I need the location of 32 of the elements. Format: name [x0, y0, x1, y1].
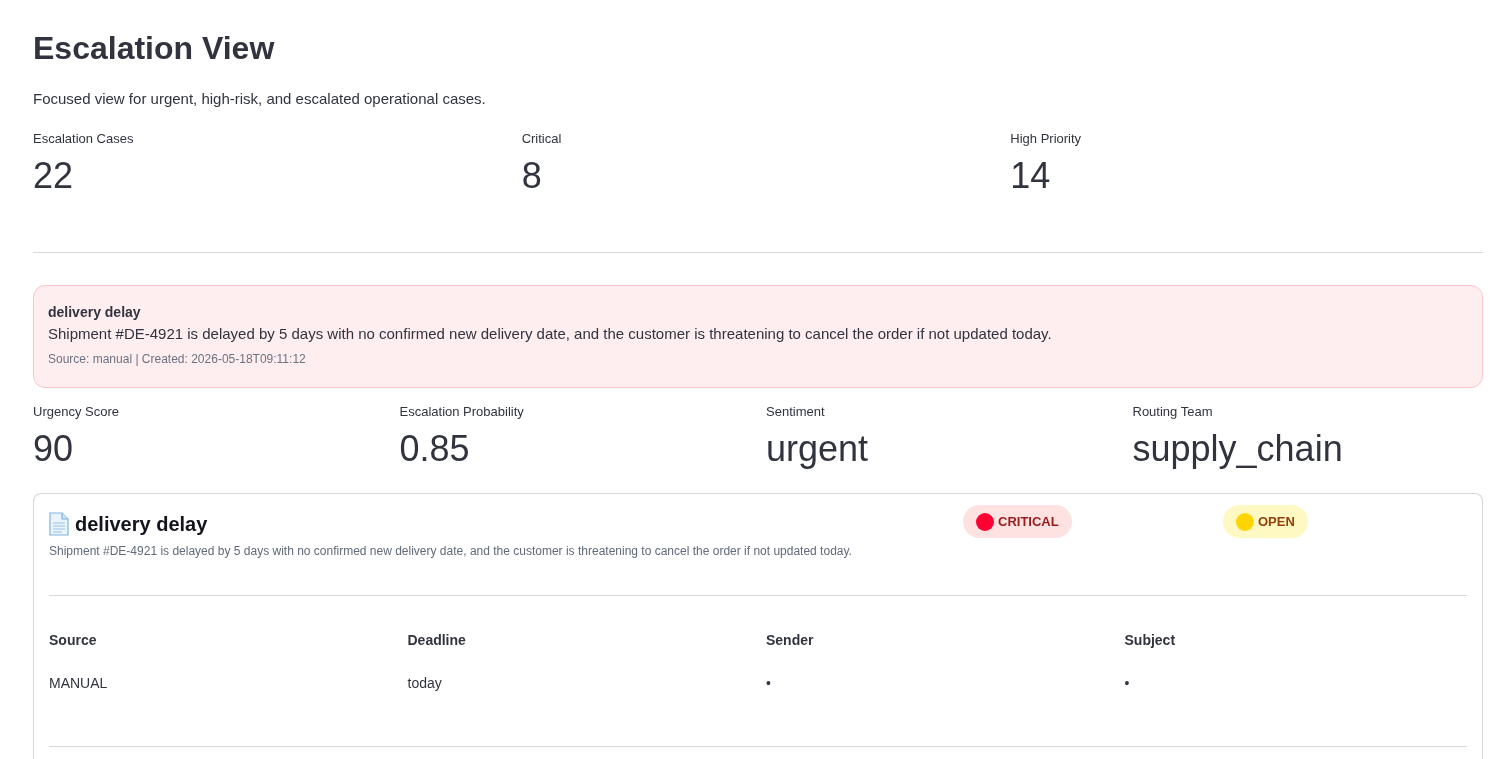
document-icon	[49, 512, 69, 536]
metric-value: 0.85	[399, 427, 470, 471]
alert-title: delivery delay	[48, 303, 142, 322]
case-title: delivery delay	[75, 512, 208, 537]
case-description: Shipment #DE-4921 is delayed by 5 days with no confirmed new delivery date, and the customer is threatening to cancel the order if not updated today.	[49, 543, 852, 559]
metric-label: Routing Team	[1132, 403, 1213, 421]
metric-label: Critical	[521, 130, 562, 148]
metric-value: supply_chain	[1132, 427, 1343, 471]
metric-value: 8	[521, 154, 542, 198]
field-label: Deadline	[407, 631, 466, 650]
page-subtitle: Focused view for urgent, high-risk, and escalated operational cases.	[33, 89, 486, 109]
metric-label: Escalation Probability	[399, 403, 524, 421]
field-label: Source	[49, 631, 97, 650]
page-title: Escalation View	[33, 29, 275, 68]
alert-message: Shipment #DE-4921 is delayed by 5 days with no confirmed new delivery date, and the customer is threatening to cancel the order if not updated today.	[48, 324, 1053, 344]
field-value: •	[1124, 674, 1130, 693]
field-value: MANUAL	[49, 674, 108, 693]
field-label: Sender	[766, 631, 814, 650]
metric-label: Escalation Cases	[33, 130, 134, 148]
metric-value: 90	[33, 427, 74, 471]
metric-value: 22	[33, 154, 74, 198]
field-value: •	[766, 674, 771, 693]
badge-label: CRITICAL	[998, 512, 1059, 531]
metric-value: 14	[1010, 154, 1051, 198]
field-label: Subject	[1124, 631, 1176, 650]
metric-label: Urgency Score	[33, 403, 119, 421]
metric-value: urgent	[766, 427, 869, 471]
alert-meta: Source: manual | Created: 2026-05-18T09:11:12	[48, 351, 307, 368]
metric-label: High Priority	[1010, 130, 1082, 148]
metric-label: Sentiment	[766, 403, 825, 421]
field-value: today	[407, 674, 442, 693]
badge-label: OPEN	[1258, 512, 1295, 531]
